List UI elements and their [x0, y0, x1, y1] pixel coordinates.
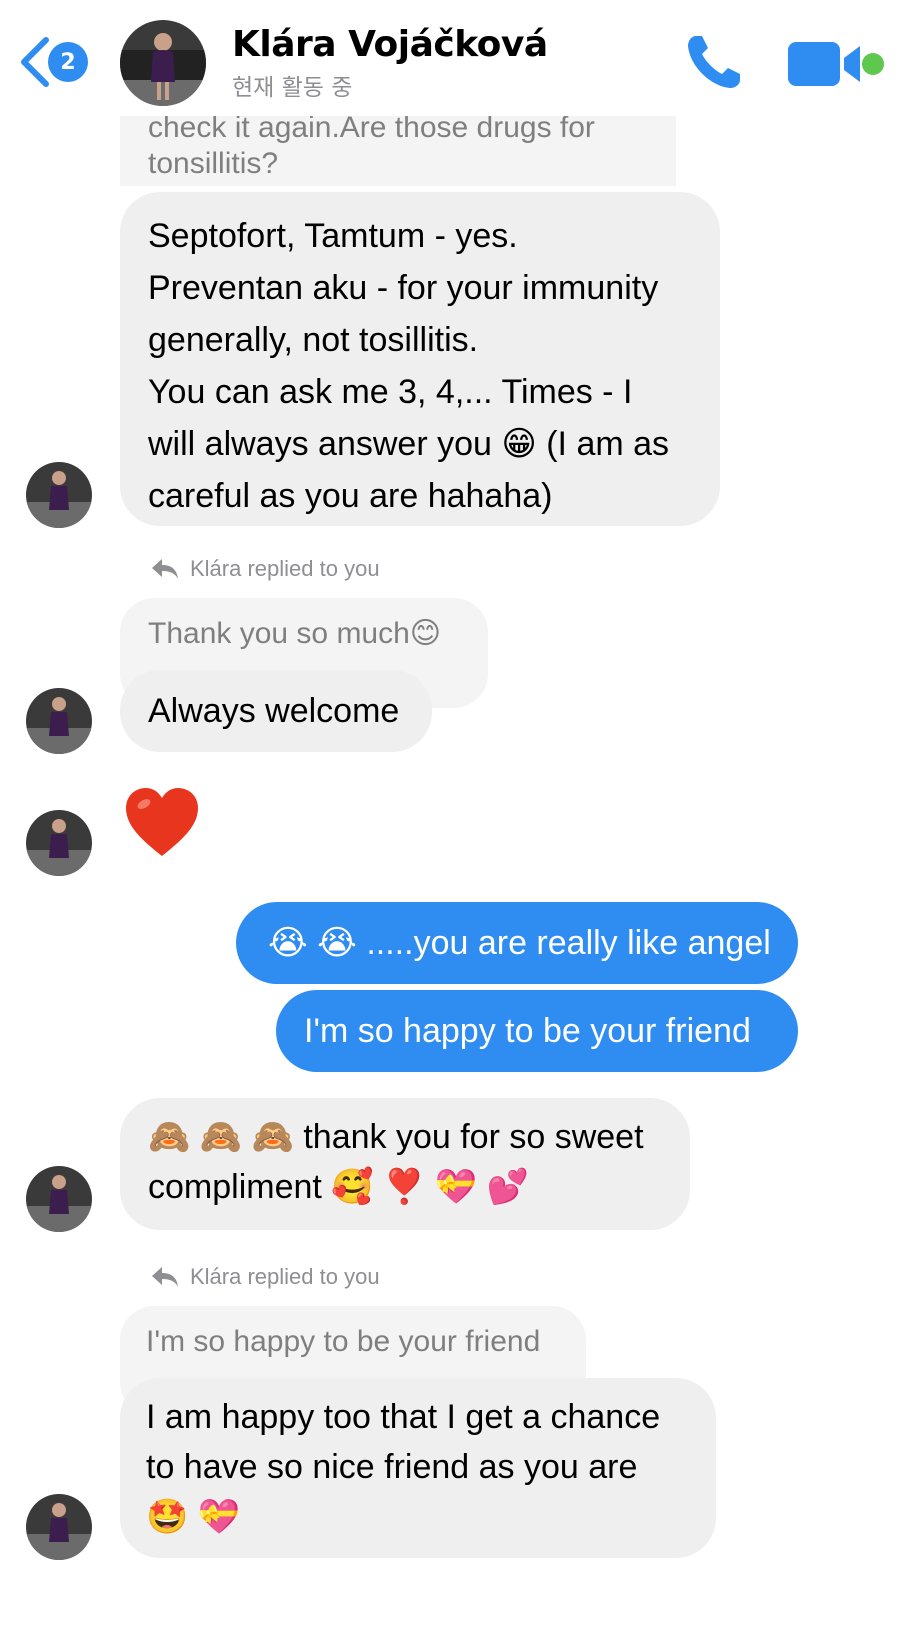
- active-status: 현재 활동 중: [232, 75, 353, 101]
- online-indicator: [862, 53, 884, 75]
- unread-count-badge: 2: [48, 42, 88, 82]
- sender-avatar[interactable]: [26, 1166, 92, 1232]
- heart-icon: [126, 788, 198, 856]
- heart-emoji-message[interactable]: [122, 784, 202, 869]
- back-button[interactable]: 2: [18, 34, 98, 90]
- outgoing-message[interactable]: I'm so happy to be your friend: [276, 990, 798, 1072]
- reply-arrow-icon: [152, 559, 178, 579]
- reply-arrow-icon: [152, 1267, 178, 1287]
- chat-header: 2 Klára Vojáčková 현재 활동 중: [0, 0, 900, 116]
- video-camera-icon: [788, 42, 860, 86]
- message-thread[interactable]: check it again.Are those drugs for tonsi…: [0, 76, 900, 1646]
- incoming-message[interactable]: I am happy too that I get a chance to ha…: [120, 1378, 716, 1558]
- sender-avatar[interactable]: [26, 688, 92, 754]
- incoming-message[interactable]: 🙈 🙈 🙈 thank you for so sweet compliment …: [120, 1098, 690, 1230]
- sender-avatar[interactable]: [26, 1494, 92, 1560]
- video-call-button[interactable]: [786, 38, 866, 90]
- incoming-message[interactable]: Always welcome: [120, 670, 432, 752]
- incoming-message[interactable]: Septofort, Tamtum - yes. Preventan aku -…: [120, 192, 720, 526]
- reply-indicator: Klára replied to you: [150, 1264, 380, 1290]
- sender-avatar[interactable]: [26, 810, 92, 876]
- sender-avatar[interactable]: [26, 462, 92, 528]
- reply-indicator: Klára replied to you: [150, 556, 380, 582]
- outgoing-message[interactable]: 😭 😭 .....you are really like angel: [236, 902, 798, 984]
- chevron-left-icon: [21, 37, 49, 87]
- contact-name: Klára Vojáčková: [232, 24, 548, 65]
- phone-icon: [688, 36, 740, 88]
- contact-avatar[interactable]: [120, 20, 206, 106]
- call-button[interactable]: [682, 30, 746, 94]
